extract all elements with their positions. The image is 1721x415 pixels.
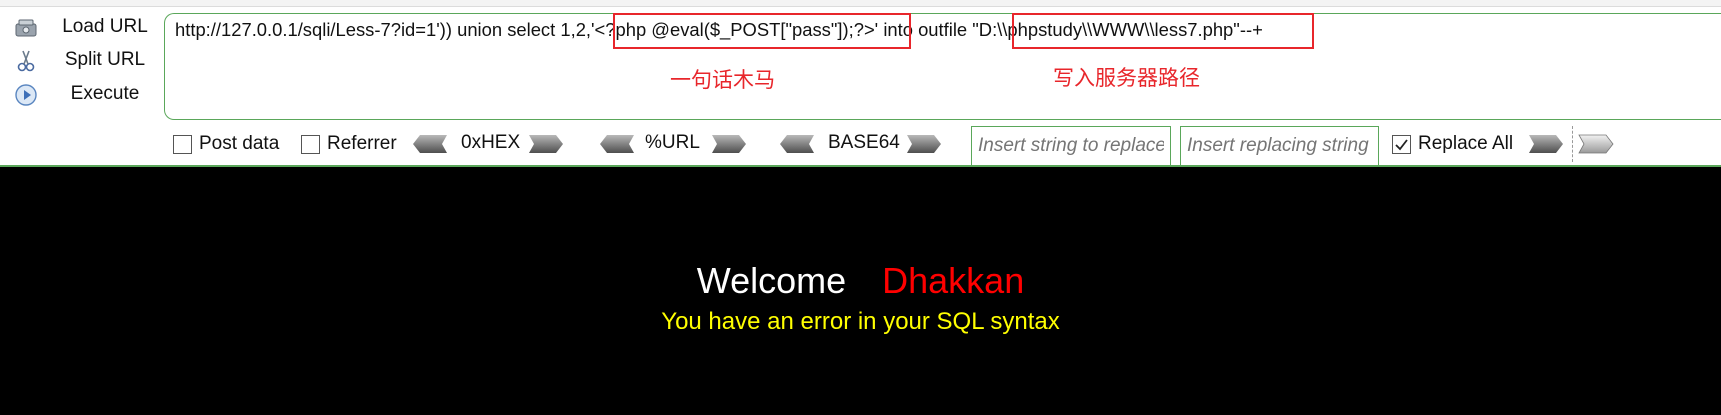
replace-all-label: Replace All	[1418, 133, 1514, 154]
path-highlight-box	[1012, 13, 1314, 49]
extra-arrow-icon[interactable]	[1578, 134, 1614, 154]
hackbar-toolbar: Load URL Split URL Execute http://127.0.…	[0, 0, 1721, 167]
url-encode-arrow-icon[interactable]	[711, 134, 747, 154]
base64-encode-arrow-icon[interactable]	[906, 134, 942, 154]
payload-highlight-box	[613, 13, 911, 49]
split-url-label: Split URL	[64, 49, 146, 70]
user-name: Dhakkan	[882, 260, 1025, 301]
post-data-checkbox[interactable]	[173, 135, 192, 154]
welcome-line: Welcome Dhakkan	[0, 260, 1721, 302]
checkmark-icon	[1395, 139, 1408, 151]
toolbar-divider	[1572, 126, 1573, 162]
referrer-checkbox[interactable]	[301, 135, 320, 154]
execute-button[interactable]: Execute	[10, 80, 160, 110]
play-icon	[15, 84, 37, 106]
hex-decode-arrow-icon[interactable]	[412, 134, 448, 154]
url-textarea[interactable]: http://127.0.0.1/sqli/Less-7?id=1')) uni…	[164, 13, 1721, 120]
load-url-icon	[15, 19, 37, 37]
load-url-label: Load URL	[62, 16, 148, 37]
referrer-label: Referrer	[327, 133, 397, 154]
scissors-icon	[17, 50, 35, 72]
url-encoding-label: %URL	[645, 132, 700, 153]
split-url-button[interactable]: Split URL	[10, 46, 160, 76]
welcome-text: Welcome	[696, 260, 847, 301]
find-string-input[interactable]	[971, 126, 1171, 166]
post-data-label: Post data	[199, 133, 280, 154]
menu-strip	[0, 0, 1721, 7]
replace-go-arrow-icon[interactable]	[1528, 134, 1564, 154]
sql-error-message: You have an error in your SQL syntax	[661, 308, 1060, 335]
payload-annotation: 一句话木马	[670, 69, 775, 92]
url-decode-arrow-icon[interactable]	[599, 134, 635, 154]
replace-all-checkbox[interactable]	[1392, 135, 1411, 154]
hex-encode-arrow-icon[interactable]	[528, 134, 564, 154]
url-part-prefix: http://127.0.0.1/sqli/Less-7?id=1')) uni…	[175, 19, 592, 40]
hex-label: 0xHEX	[461, 132, 521, 153]
base64-decode-arrow-icon[interactable]	[779, 134, 815, 154]
base64-label: BASE64	[828, 132, 900, 153]
replace-string-input[interactable]	[1180, 126, 1379, 166]
path-annotation: 写入服务器路径	[1053, 67, 1200, 90]
load-url-button[interactable]: Load URL	[10, 13, 160, 43]
execute-label: Execute	[70, 83, 140, 104]
